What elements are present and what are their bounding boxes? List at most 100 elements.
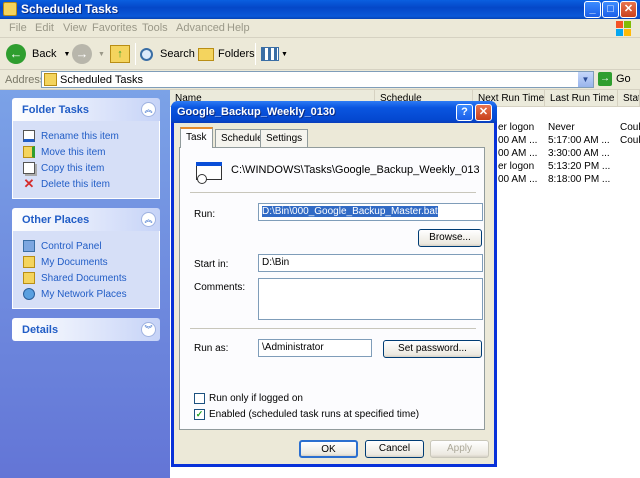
window-title: Scheduled Tasks xyxy=(21,2,119,16)
title-bar: Scheduled Tasks _ □ ✕ xyxy=(0,0,640,19)
menu-favorites[interactable]: Favorites xyxy=(92,22,137,34)
minimize-button[interactable]: _ xyxy=(584,1,601,18)
apply-button[interactable]: Apply xyxy=(430,440,489,458)
divider xyxy=(190,192,476,193)
column-header-last-run[interactable]: Last Run Time xyxy=(545,90,618,107)
run-input[interactable]: D:\Bin\000_Google_Backup_Master.bat xyxy=(258,203,483,221)
my-network-places-label: My Network Places xyxy=(41,288,127,300)
column-header-status[interactable]: Stat xyxy=(618,90,640,107)
delete-x-icon: ✕ xyxy=(23,176,35,191)
details-panel: Details ︾ xyxy=(12,318,160,341)
control-panel-label: Control Panel xyxy=(41,240,102,252)
task-tab-page: C:\WINDOWS\Tasks\Google_Backup_Weekly_01… xyxy=(179,147,485,430)
menu-advanced[interactable]: Advanced xyxy=(176,22,225,34)
toolbar-separator xyxy=(255,43,256,65)
start-in-input[interactable]: D:\Bin xyxy=(258,254,483,272)
search-label: Search xyxy=(160,48,195,60)
delete-item-link[interactable]: ✕ Delete this item xyxy=(23,176,159,192)
back-dropdown-icon[interactable]: ▼ xyxy=(63,51,70,58)
other-places-header[interactable]: Other Places ︽ xyxy=(12,208,160,231)
search-button[interactable]: Search xyxy=(140,43,195,65)
search-icon xyxy=(140,47,153,61)
run-as-input[interactable]: \Administrator xyxy=(258,339,372,357)
folder-tasks-header[interactable]: Folder Tasks ︽ xyxy=(12,98,160,121)
help-button[interactable]: ? xyxy=(456,104,473,121)
folders-button[interactable]: Folders xyxy=(198,43,255,65)
task-file-path: C:\WINDOWS\Tasks\Google_Backup_Weekly_01… xyxy=(231,164,479,176)
go-button[interactable]: → Go xyxy=(598,72,631,86)
back-arrow-icon: ← xyxy=(6,44,26,64)
menu-view[interactable]: View xyxy=(63,22,87,34)
expand-chevron-icon[interactable]: ︾ xyxy=(141,322,156,337)
move-item-label: Move this item xyxy=(41,146,106,158)
close-button[interactable]: ✕ xyxy=(620,1,637,18)
set-password-button[interactable]: Set password... xyxy=(383,340,482,358)
collapse-chevron-icon[interactable]: ︽ xyxy=(141,102,156,117)
move-icon xyxy=(23,146,35,158)
views-icon xyxy=(261,47,279,61)
back-button[interactable]: ← Back ▼ xyxy=(6,43,70,65)
run-only-logged-on-label: Run only if logged on xyxy=(209,393,303,404)
row-next-run: 00 AM ... xyxy=(498,174,538,185)
tab-task[interactable]: Task xyxy=(180,127,213,148)
row-last-run: 5:17:00 AM ... xyxy=(548,135,610,146)
cancel-button[interactable]: Cancel xyxy=(365,440,424,458)
folders-icon xyxy=(198,47,214,61)
run-as-label: Run as: xyxy=(194,343,229,354)
forward-button[interactable]: → ▼ xyxy=(72,43,105,65)
my-network-places-link[interactable]: My Network Places xyxy=(23,286,159,302)
shared-documents-icon xyxy=(23,272,35,284)
row-last-run: 3:30:00 AM ... xyxy=(548,148,610,159)
collapse-chevron-icon[interactable]: ︽ xyxy=(141,212,156,227)
dialog-close-button[interactable]: ✕ xyxy=(475,104,492,121)
details-header[interactable]: Details ︾ xyxy=(12,318,160,341)
folder-tasks-panel: Folder Tasks ︽ Rename this item Move thi… xyxy=(12,98,160,199)
menu-bar: File Edit View Favorites Tools Advanced … xyxy=(0,19,640,38)
forward-dropdown-icon[interactable]: ▼ xyxy=(98,51,105,58)
views-button[interactable]: ▼ xyxy=(261,43,288,65)
address-bar: Address Scheduled Tasks ▼ → Go xyxy=(0,70,640,90)
start-in-label: Start in: xyxy=(194,259,229,270)
enabled-label: Enabled (scheduled task runs at specifie… xyxy=(209,409,420,420)
row-next-run: 00 AM ... xyxy=(498,135,538,146)
enabled-checkbox[interactable]: ✓ xyxy=(194,409,205,420)
run-only-logged-on-checkbox[interactable] xyxy=(194,393,205,404)
ok-button[interactable]: OK xyxy=(299,440,358,458)
scheduled-task-icon xyxy=(196,162,224,186)
back-label: Back xyxy=(32,48,57,60)
move-item-link[interactable]: Move this item xyxy=(23,144,159,160)
my-documents-link[interactable]: My Documents xyxy=(23,254,159,270)
details-title: Details xyxy=(22,324,59,336)
my-documents-icon xyxy=(23,256,35,268)
dialog-title-bar: Google_Backup_Weekly_0130 ? ✕ xyxy=(171,101,497,123)
folders-label: Folders xyxy=(218,48,255,60)
address-dropdown-icon[interactable]: ▼ xyxy=(578,72,593,87)
toolbar-separator xyxy=(135,43,136,65)
shared-documents-link[interactable]: Shared Documents xyxy=(23,270,159,286)
network-globe-icon xyxy=(23,288,35,300)
menu-file[interactable]: File xyxy=(9,22,27,34)
menu-edit[interactable]: Edit xyxy=(35,22,54,34)
up-folder-button[interactable]: ↑ xyxy=(110,43,130,65)
row-next-run: er logon xyxy=(498,122,535,133)
rename-item-link[interactable]: Rename this item xyxy=(23,128,159,144)
control-panel-link[interactable]: Control Panel xyxy=(23,238,159,254)
comments-textarea[interactable] xyxy=(258,278,483,320)
folder-tasks-title: Folder Tasks xyxy=(22,104,90,116)
browse-button[interactable]: Browse... xyxy=(418,229,482,247)
dialog-title: Google_Backup_Weekly_0130 xyxy=(177,106,336,118)
row-last-run: 5:13:20 PM ... xyxy=(548,161,611,172)
maximize-button[interactable]: □ xyxy=(602,1,619,18)
menu-help[interactable]: Help xyxy=(227,22,250,34)
shared-documents-label: Shared Documents xyxy=(41,272,127,284)
menu-tools[interactable]: Tools xyxy=(142,22,168,34)
address-field[interactable]: Scheduled Tasks ▼ xyxy=(41,71,594,88)
rename-item-label: Rename this item xyxy=(41,130,119,142)
views-dropdown-icon: ▼ xyxy=(281,50,288,58)
tab-settings[interactable]: Settings xyxy=(260,129,309,147)
run-value: D:\Bin\000_Google_Backup_Master.bat xyxy=(262,206,438,217)
explorer-window: Scheduled Tasks _ □ ✕ File Edit View Fav… xyxy=(0,0,640,478)
copy-item-link[interactable]: Copy this item xyxy=(23,160,159,176)
up-folder-icon: ↑ xyxy=(110,45,130,63)
copy-item-label: Copy this item xyxy=(41,162,105,174)
